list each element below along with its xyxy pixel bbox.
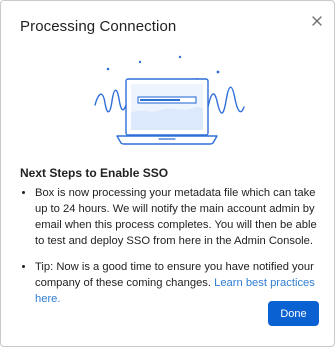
processing-connection-dialog: Processing Connection Next Steps to Enab… <box>0 0 335 347</box>
close-button[interactable] <box>307 11 327 31</box>
laptop-progress-illustration <box>94 55 245 145</box>
list-item: Box is now processing your metadata file… <box>35 185 327 249</box>
illustration <box>81 49 251 157</box>
list-item: Tip: Now is a good time to ensure you ha… <box>35 259 327 307</box>
dialog-title: Processing Connection <box>20 18 177 35</box>
processing-info-text: Box is now processing your metadata file… <box>35 187 317 247</box>
next-steps-list: Box is now processing your metadata file… <box>20 185 327 317</box>
close-icon <box>312 16 322 26</box>
next-steps-heading: Next Steps to Enable SSO <box>20 166 169 180</box>
done-button[interactable]: Done <box>268 301 319 326</box>
